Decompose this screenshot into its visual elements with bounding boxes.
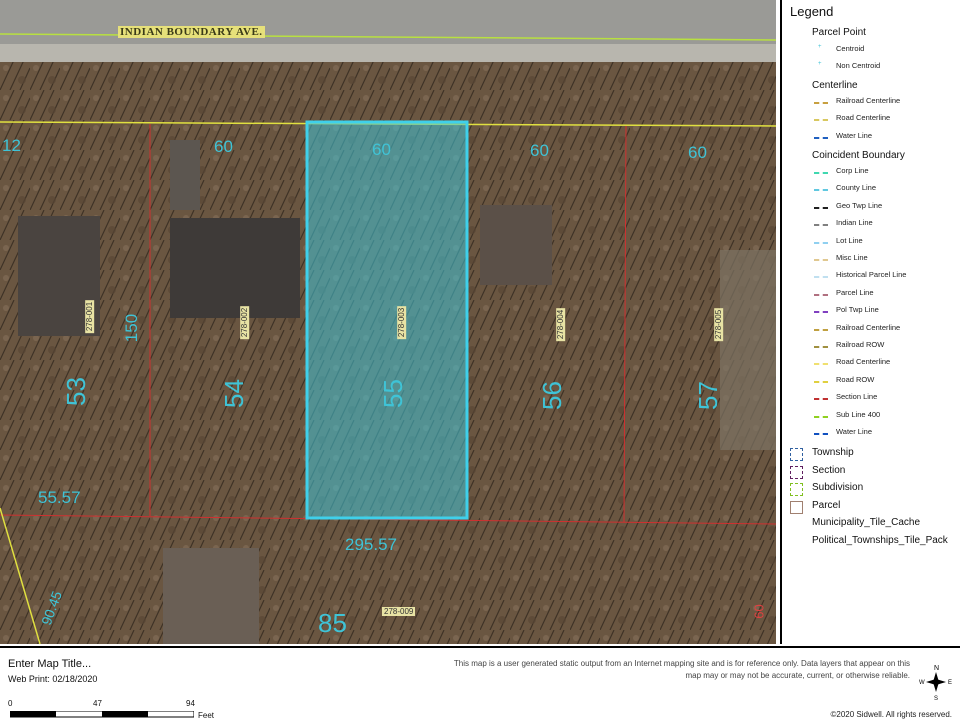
legend-item: Non Centroid <box>836 61 881 70</box>
selected-parcel-55[interactable] <box>305 120 469 520</box>
legend-item: Indian Line <box>836 218 873 228</box>
legend-heading: Parcel Point <box>812 27 866 38</box>
legend-item: Railroad Centerline <box>836 322 901 332</box>
legend-swatch <box>814 433 828 435</box>
legend-swatch <box>814 172 828 174</box>
legend-swatch <box>814 224 828 227</box>
frontage-label: 12 <box>2 136 21 155</box>
legend-item: Road Centerline <box>836 357 891 367</box>
legend-swatch <box>814 102 828 104</box>
svg-text:E: E <box>948 680 952 686</box>
legend-item: Geo Twp Line <box>836 200 883 210</box>
legend-swatch <box>814 206 828 209</box>
legend-box-swatch <box>790 465 803 479</box>
svg-text:W: W <box>919 680 925 686</box>
legend-swatch <box>814 136 828 139</box>
legend-swatch <box>814 119 828 122</box>
copyright: ©2020 Sidwell. All rights reserved. <box>830 710 952 719</box>
lot-number: 56 <box>536 381 567 410</box>
disclaimer: This map is a user generated static outp… <box>453 659 910 680</box>
legend-item: Railroad Centerline <box>836 96 901 105</box>
legend-item: Parcel Line <box>836 287 874 297</box>
legend-item: Sub Line 400 <box>836 409 881 419</box>
legend-item: Parcel <box>812 499 841 511</box>
lot-number: 57 <box>692 381 723 410</box>
legend-box-swatch <box>790 483 803 497</box>
legend-swatch <box>814 241 828 244</box>
scale-label: 0 <box>8 699 13 708</box>
rear-label: 295.57 <box>345 535 397 554</box>
lot-number: 85 <box>318 608 347 638</box>
legend-swatch <box>814 380 828 383</box>
parcel-id[interactable]: 278-004 <box>556 307 566 342</box>
legend-item: Lot Line <box>836 235 863 245</box>
parcel-id[interactable]: 278-002 <box>240 305 250 340</box>
legend-item: Road ROW <box>836 374 875 384</box>
legend-item: Township <box>812 447 854 458</box>
legend-item: Pol Twp Line <box>836 305 879 315</box>
lot-number: 55 <box>377 379 408 408</box>
scale-label: 94 <box>186 699 195 708</box>
legend-item: Centroid <box>836 44 865 53</box>
frontage-label: 60 <box>530 141 549 160</box>
legend-item: Municipality_Tile_Cache <box>812 517 921 528</box>
legend-swatch <box>814 363 828 366</box>
legend-item: Road Centerline <box>836 113 891 123</box>
legend-box-swatch <box>790 448 803 461</box>
legend-box-swatch <box>790 500 803 514</box>
footer: Enter Map Title... Web Print: 02/18/2020… <box>0 646 960 722</box>
north-arrow-icon: N W E S <box>919 665 952 702</box>
legend-item: Historical Parcel Line <box>836 270 907 280</box>
parcel-id[interactable]: 278-001 <box>85 299 95 334</box>
road-label: INDIAN BOUNDARY AVE. <box>118 26 265 38</box>
legend-item: Water Line <box>836 427 872 436</box>
legend-item: Section <box>812 464 846 476</box>
legend-item: Misc Line <box>836 253 868 262</box>
map-title[interactable]: Enter Map Title... <box>8 658 91 670</box>
legend-heading: Centerline <box>812 80 858 91</box>
svg-text:N: N <box>934 665 939 672</box>
parcel-id[interactable]: 278-005 <box>714 307 724 342</box>
dot-icon: + <box>818 44 822 50</box>
legend-item: County Line <box>836 183 877 193</box>
legend-swatch <box>814 415 828 418</box>
scale-bar <box>10 711 194 718</box>
map-view[interactable]: INDIAN BOUNDARY AVE. 12 60 60 60 60 150 … <box>0 0 776 644</box>
legend-item: Corp Line <box>836 166 869 175</box>
legend-swatch <box>814 398 828 401</box>
frontage-label: 60 <box>688 143 707 162</box>
legend-swatch <box>814 346 828 348</box>
scale-unit: Feet <box>198 711 215 720</box>
frontage-label: 60 <box>214 137 233 156</box>
legend-item: Railroad ROW <box>836 340 885 349</box>
legend-item: Section Line <box>836 392 878 402</box>
legend-swatch <box>814 276 828 279</box>
legend-swatch <box>814 311 828 314</box>
lot-number: 54 <box>218 379 249 408</box>
rear-label: 60 <box>751 604 767 619</box>
frontage-label: 60 <box>372 140 391 159</box>
legend-item: Political_Townships_Tile_Pack <box>812 535 948 546</box>
legend-swatch <box>814 189 828 192</box>
lot-number: 53 <box>60 377 91 406</box>
legend-swatch <box>814 259 828 261</box>
scale-label: 47 <box>93 699 102 708</box>
legend-swatch <box>814 293 828 296</box>
legend-title: Legend <box>790 4 834 19</box>
svg-text:S: S <box>934 696 938 702</box>
web-print-date: Web Print: 02/18/2020 <box>8 674 98 684</box>
parcel-id[interactable]: 278-009 <box>382 607 416 616</box>
legend-heading: Coincident Boundary <box>812 150 905 161</box>
dot-icon: + <box>818 61 822 67</box>
depth-label: 150 <box>122 313 142 343</box>
legend-item: Water Line <box>836 130 872 140</box>
rear-label: 55.57 <box>38 488 81 507</box>
legend-panel: Legend Parcel Point + Centroid + Non Cen… <box>780 0 960 644</box>
legend-item: Subdivision <box>812 482 864 494</box>
legend-swatch <box>814 328 828 331</box>
parcel-id[interactable]: 278-003 <box>397 305 407 340</box>
